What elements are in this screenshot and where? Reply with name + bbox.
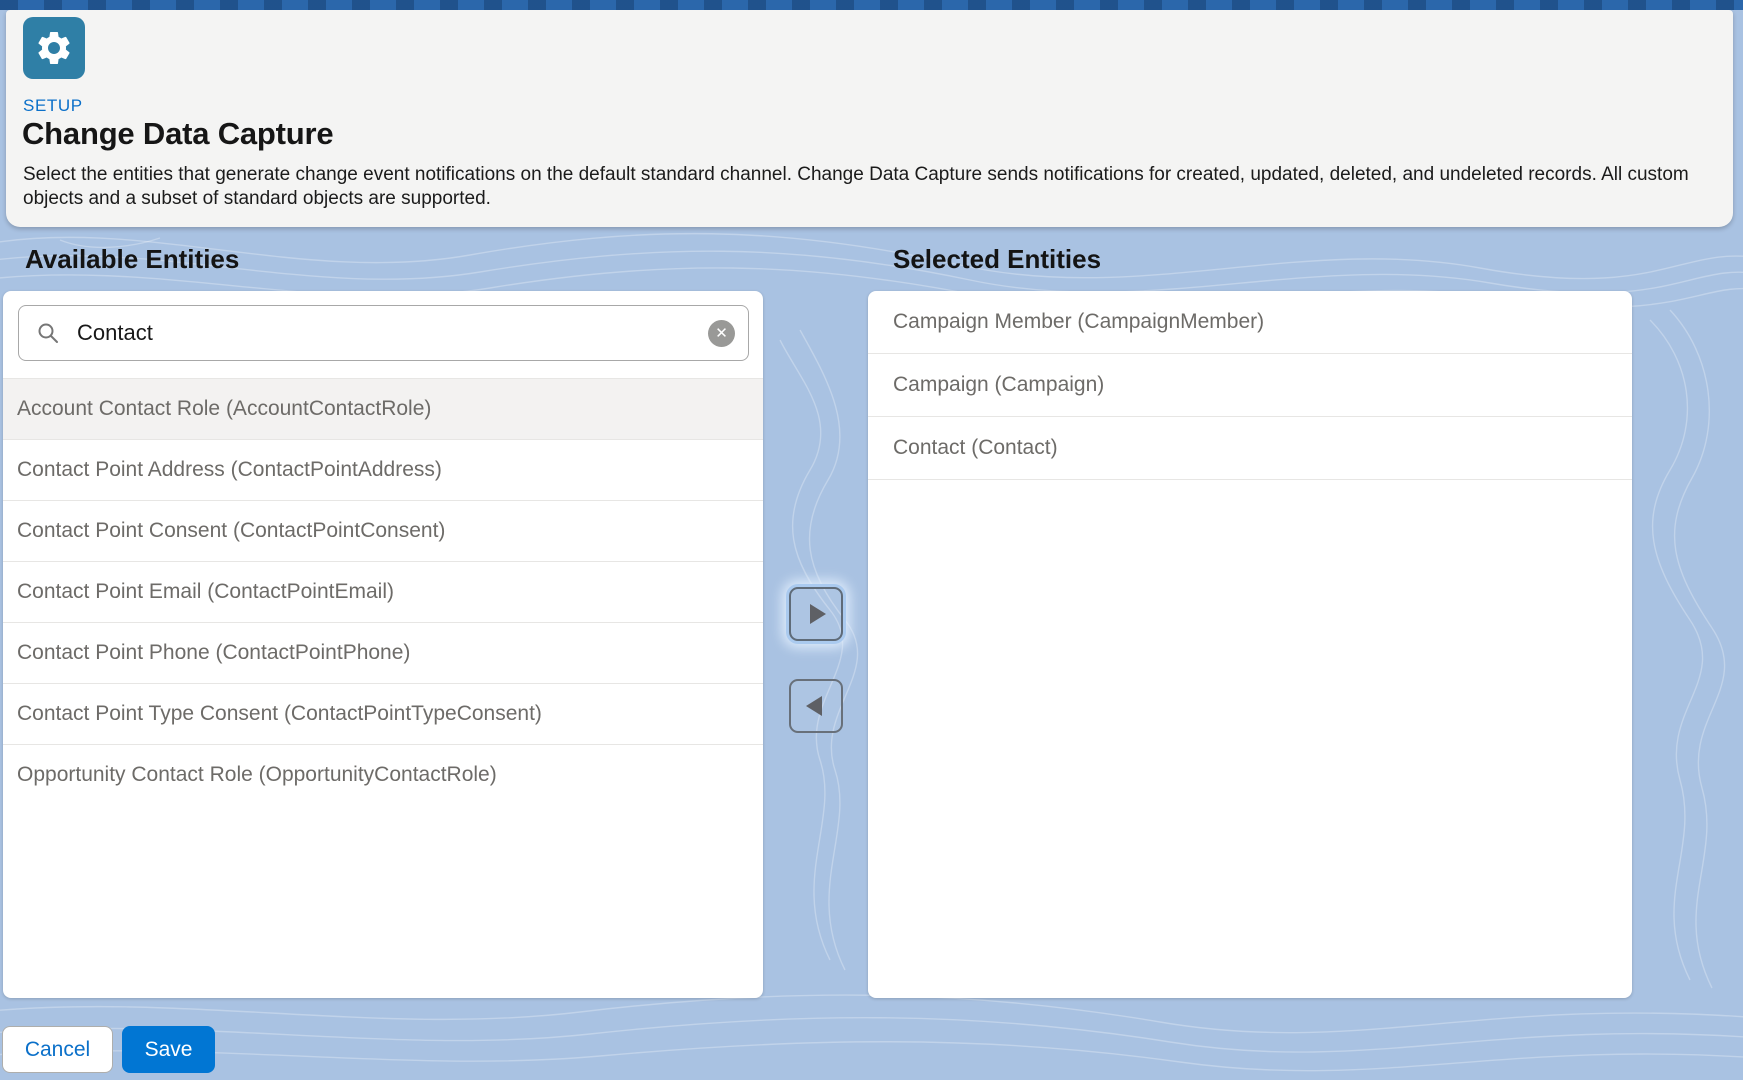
search-input[interactable]	[75, 319, 708, 347]
page-title: Change Data Capture	[22, 116, 333, 152]
available-entities-panel: ✕ Account Contact Role (AccountContactRo…	[3, 291, 763, 998]
gear-icon	[34, 28, 74, 68]
list-item[interactable]: Campaign Member (CampaignMember)	[868, 291, 1632, 354]
entity-search-box: ✕	[18, 305, 749, 361]
list-item[interactable]: Opportunity Contact Role (OpportunityCon…	[3, 744, 763, 805]
cancel-button[interactable]: Cancel	[2, 1026, 113, 1073]
selected-entities-list: Campaign Member (CampaignMember) Campaig…	[868, 291, 1632, 480]
list-item[interactable]: Contact (Contact)	[868, 417, 1632, 480]
setup-header-card: SETUP Change Data Capture Select the ent…	[6, 10, 1733, 227]
list-item[interactable]: Contact Point Email (ContactPointEmail)	[3, 561, 763, 622]
clear-search-icon[interactable]: ✕	[708, 320, 735, 347]
move-to-selected-button[interactable]	[789, 587, 843, 641]
available-entities-heading: Available Entities	[25, 244, 239, 275]
save-button[interactable]: Save	[122, 1026, 215, 1073]
selected-entities-panel: Campaign Member (CampaignMember) Campaig…	[868, 291, 1632, 998]
search-icon	[36, 321, 60, 345]
available-entities-list: Account Contact Role (AccountContactRole…	[3, 378, 763, 805]
list-item[interactable]: Account Contact Role (AccountContactRole…	[3, 378, 763, 439]
setup-tile	[23, 17, 85, 79]
setup-eyebrow: SETUP	[23, 96, 83, 116]
list-item[interactable]: Contact Point Phone (ContactPointPhone)	[3, 622, 763, 683]
list-item[interactable]: Contact Point Consent (ContactPointConse…	[3, 500, 763, 561]
top-brand-strip	[0, 0, 1743, 10]
right-arrow-icon	[810, 604, 826, 624]
list-item[interactable]: Campaign (Campaign)	[868, 354, 1632, 417]
list-item[interactable]: Contact Point Type Consent (ContactPoint…	[3, 683, 763, 744]
move-to-available-button[interactable]	[789, 679, 843, 733]
selected-entities-heading: Selected Entities	[893, 244, 1101, 275]
left-arrow-icon	[806, 696, 822, 716]
list-item[interactable]: Contact Point Address (ContactPointAddre…	[3, 439, 763, 500]
page-description: Select the entities that generate change…	[23, 163, 1713, 211]
